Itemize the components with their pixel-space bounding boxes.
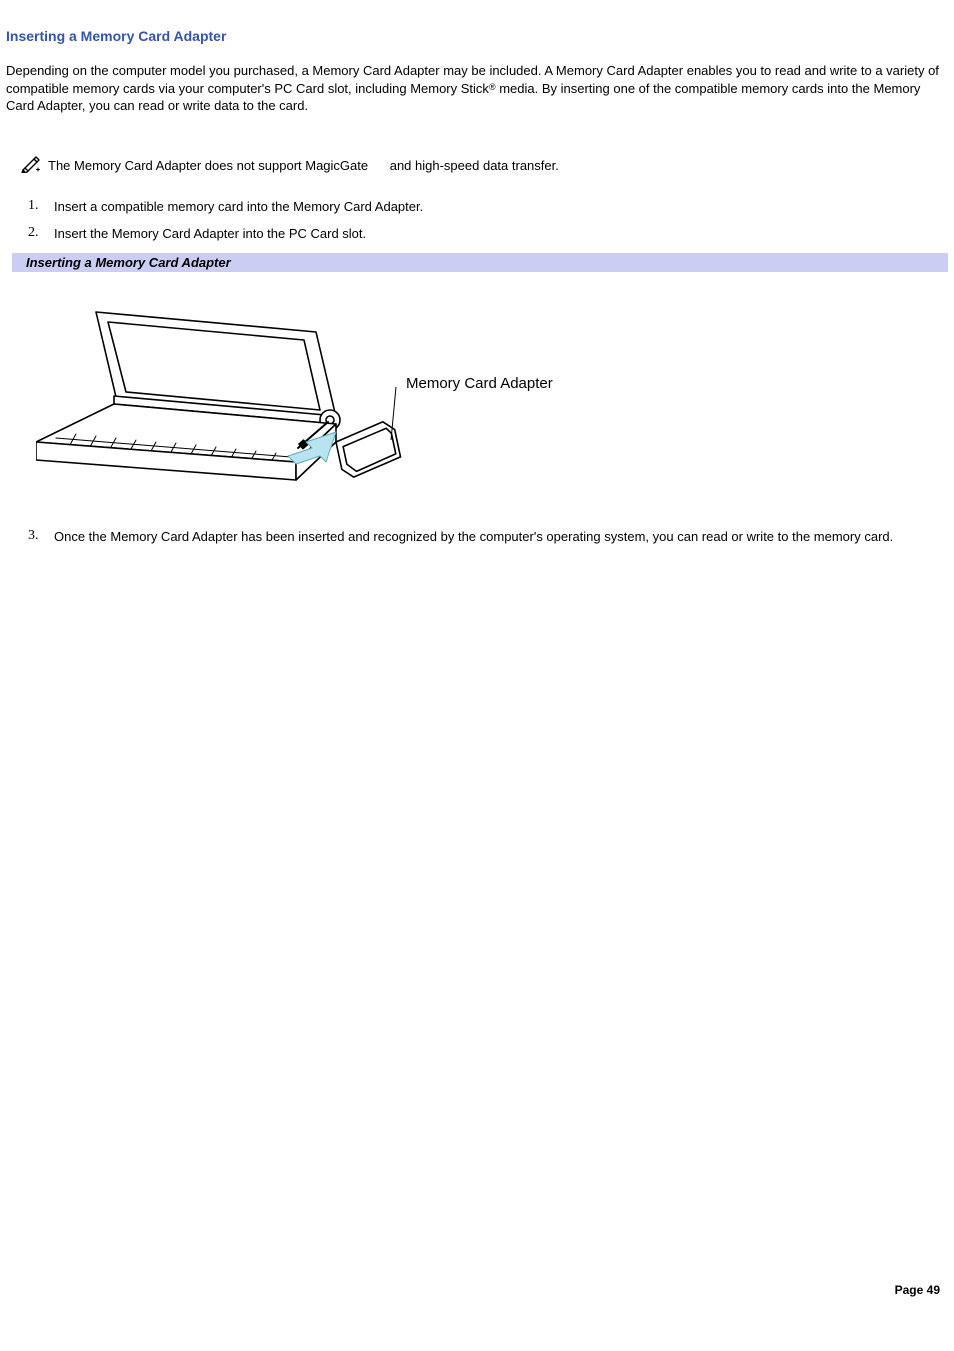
- list-item: 3. Once the Memory Card Adapter has been…: [6, 528, 948, 546]
- registered-mark: ®: [489, 82, 496, 92]
- note-text: The Memory Card Adapter does not support…: [48, 158, 559, 173]
- figure-label-text: Memory Card Adapter: [406, 375, 553, 392]
- list-item: 2. Insert the Memory Card Adapter into t…: [6, 225, 948, 243]
- figure: Memory Card Adapter: [36, 292, 948, 492]
- step-number: 2.: [6, 225, 40, 243]
- section-heading: Inserting a Memory Card Adapter: [6, 28, 948, 44]
- steps-list: 1. Insert a compatible memory card into …: [6, 198, 948, 243]
- note-part2: and high-speed data transfer.: [386, 158, 559, 173]
- note-block: The Memory Card Adapter does not support…: [20, 155, 948, 176]
- note-part1: The Memory Card Adapter does not support…: [48, 158, 368, 173]
- list-item: 1. Insert a compatible memory card into …: [6, 198, 948, 216]
- step-text: Insert a compatible memory card into the…: [40, 198, 948, 216]
- figure-caption: Inserting a Memory Card Adapter: [12, 253, 948, 272]
- note-icon: [20, 155, 42, 176]
- step-number: 1.: [6, 198, 40, 216]
- intro-paragraph: Depending on the computer model you purc…: [6, 62, 948, 115]
- page-number: Page 49: [895, 1283, 940, 1297]
- steps-list-continued: 3. Once the Memory Card Adapter has been…: [6, 528, 948, 546]
- step-number: 3.: [6, 528, 40, 546]
- laptop-illustration: Memory Card Adapter: [36, 292, 596, 492]
- step-text: Once the Memory Card Adapter has been in…: [40, 528, 948, 546]
- trademark-gap: [368, 158, 386, 173]
- step-text: Insert the Memory Card Adapter into the …: [40, 225, 948, 243]
